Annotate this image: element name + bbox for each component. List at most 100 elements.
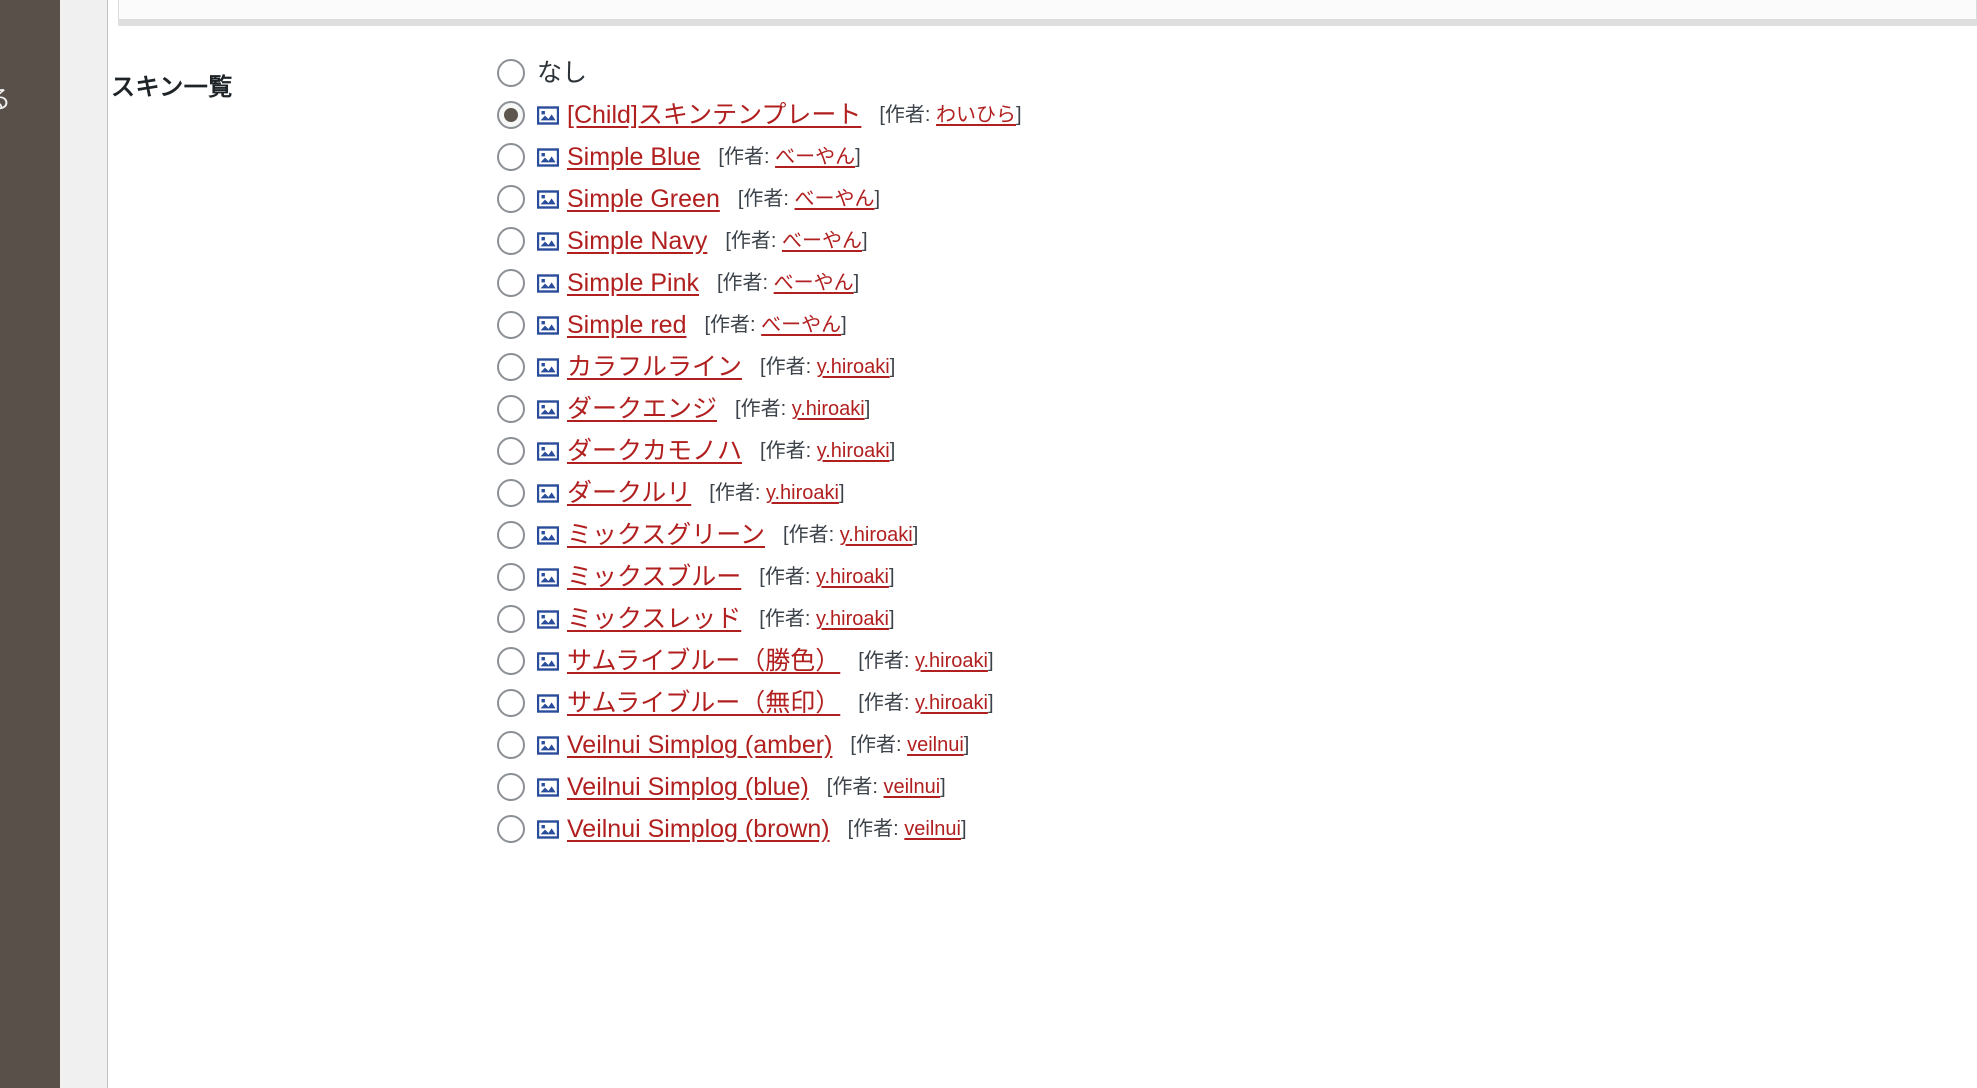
skin-author: [作者: べーやん] (718, 145, 860, 169)
skin-radio-14[interactable] (497, 647, 525, 675)
skin-radio-1[interactable] (497, 101, 525, 129)
author-link[interactable]: わいひら (936, 104, 1016, 126)
skin-list-item[interactable]: Simple red [作者: べーやん] (497, 304, 1977, 346)
skin-radio-7[interactable] (497, 353, 525, 381)
skin-radio-11[interactable] (497, 521, 525, 549)
author-suffix: ] (987, 650, 994, 672)
skin-list-item[interactable]: ミックスグリーン [作者: y.hiroaki] (497, 514, 1977, 556)
skin-radio-5[interactable] (497, 269, 525, 297)
skin-radio-18[interactable] (497, 815, 525, 843)
skin-list-item[interactable]: Simple Pink [作者: べーやん] (497, 262, 1977, 304)
skin-list-item[interactable]: カラフルライン [作者: y.hiroaki] (497, 346, 1977, 388)
author-prefix: [作者: (858, 692, 915, 714)
skin-name-link[interactable]: サムライブルー（勝色） (567, 646, 840, 676)
skin-list-item[interactable]: Veilnui Simplog (blue) [作者: veilnui] (497, 766, 1977, 808)
skin-author: [作者: y.hiroaki] (858, 691, 993, 715)
skin-name-link[interactable]: ミックスグリーン (567, 520, 765, 550)
image-icon (536, 441, 560, 461)
skin-name-link[interactable]: ダークカモノハ (567, 436, 742, 466)
author-link[interactable]: べーやん (774, 272, 854, 294)
author-link[interactable]: y.hiroaki (915, 692, 988, 714)
skin-radio-0[interactable] (497, 59, 525, 87)
author-link[interactable]: y.hiroaki (840, 524, 913, 546)
author-suffix: ] (889, 440, 896, 462)
skin-radio-3[interactable] (497, 185, 525, 213)
skin-list-item[interactable]: ミックスレッド [作者: y.hiroaki] (497, 598, 1977, 640)
skin-name-link[interactable]: [Child]スキンテンプレート (567, 100, 861, 130)
skin-author: [作者: veilnui] (848, 817, 967, 841)
author-link[interactable]: veilnui (907, 734, 964, 756)
skin-name-link[interactable]: Simple Pink (567, 268, 699, 298)
skin-name-link[interactable]: Simple Navy (567, 226, 707, 256)
author-link[interactable]: y.hiroaki (766, 482, 839, 504)
panel-above-bottom-edge (118, 0, 1977, 20)
skin-radio-13[interactable] (497, 605, 525, 633)
skin-name-link[interactable]: Simple Blue (567, 142, 700, 172)
skin-author: [作者: べーやん] (717, 271, 859, 295)
screen: る スキン一覧 なし[Child]スキンテンプレート[作者: わいひら]Simp… (0, 0, 1977, 1088)
author-suffix: ] (963, 734, 970, 756)
skin-author: [作者: y.hiroaki] (759, 607, 894, 631)
author-prefix: [作者: (718, 146, 776, 168)
skin-name-link[interactable]: ミックスレッド (567, 604, 741, 634)
skin-name-link[interactable]: サムライブルー（無印） (567, 688, 840, 718)
skin-radio-17[interactable] (497, 773, 525, 801)
skin-name-link[interactable]: カラフルライン (567, 352, 742, 382)
author-link[interactable]: veilnui (904, 818, 961, 840)
admin-sidebar: る (0, 0, 60, 1088)
author-link[interactable]: べーやん (782, 230, 862, 252)
skin-list-item[interactable]: Simple Blue [作者: べーやん] (497, 136, 1977, 178)
author-suffix: ] (855, 146, 861, 168)
author-link[interactable]: y.hiroaki (816, 608, 889, 630)
author-prefix: [作者: (850, 734, 908, 756)
skin-author: [作者: y.hiroaki] (760, 439, 895, 463)
skin-radio-4[interactable] (497, 227, 525, 255)
author-link[interactable]: y.hiroaki (915, 650, 988, 672)
skin-name-link[interactable]: ダークエンジ (567, 394, 717, 424)
skin-radio-6[interactable] (497, 311, 525, 339)
author-link[interactable]: y.hiroaki (817, 440, 890, 462)
skin-name-link[interactable]: Simple red (567, 310, 687, 340)
author-link[interactable]: べーやん (795, 188, 875, 210)
author-link[interactable]: y.hiroaki (792, 398, 865, 420)
image-icon (536, 693, 560, 713)
skin-list-item[interactable]: ダークエンジ [作者: y.hiroaki] (497, 388, 1977, 430)
skin-list-item[interactable]: なし (497, 52, 1977, 94)
skin-radio-12[interactable] (497, 563, 525, 591)
skin-list-item[interactable]: ミックスブルー [作者: y.hiroaki] (497, 556, 1977, 598)
skin-list-item[interactable]: ダークルリ [作者: y.hiroaki] (497, 472, 1977, 514)
author-link[interactable]: veilnui (883, 776, 940, 798)
image-icon (536, 777, 560, 797)
skin-name-label: なし (537, 59, 588, 87)
skin-list-item[interactable]: [Child]スキンテンプレート [作者: わいひら] (497, 94, 1977, 136)
skin-name-link[interactable]: ミックスブルー (567, 562, 741, 592)
skin-list-item[interactable]: Veilnui Simplog (brown) [作者: veilnui] (497, 808, 1977, 850)
skin-radio-16[interactable] (497, 731, 525, 759)
author-suffix: ] (853, 272, 860, 294)
author-prefix: [作者: (725, 230, 782, 252)
skin-radio-10[interactable] (497, 479, 525, 507)
skin-author: [作者: y.hiroaki] (783, 523, 918, 547)
skin-name-link[interactable]: Simple Green (567, 184, 720, 214)
author-prefix: [作者: (760, 440, 817, 462)
skin-list-item[interactable]: ダークカモノハ [作者: y.hiroaki] (497, 430, 1977, 472)
image-icon (536, 315, 560, 335)
skin-radio-8[interactable] (497, 395, 525, 423)
skin-name-link[interactable]: Veilnui Simplog (amber) (567, 730, 832, 760)
skin-radio-9[interactable] (497, 437, 525, 465)
skin-list-item[interactable]: サムライブルー（無印） [作者: y.hiroaki] (497, 682, 1977, 724)
skin-list-item[interactable]: Veilnui Simplog (amber) [作者: veilnui] (497, 724, 1977, 766)
skin-name-link[interactable]: Veilnui Simplog (brown) (567, 814, 830, 844)
skin-name-link[interactable]: Veilnui Simplog (blue) (567, 772, 809, 802)
author-link[interactable]: べーやん (761, 314, 841, 336)
author-link[interactable]: べーやん (775, 146, 855, 168)
image-icon (536, 483, 560, 503)
author-link[interactable]: y.hiroaki (817, 356, 890, 378)
skin-radio-2[interactable] (497, 143, 525, 171)
skin-radio-15[interactable] (497, 689, 525, 717)
skin-list-item[interactable]: サムライブルー（勝色） [作者: y.hiroaki] (497, 640, 1977, 682)
skin-name-link[interactable]: ダークルリ (567, 478, 691, 508)
author-link[interactable]: y.hiroaki (816, 566, 889, 588)
skin-list-item[interactable]: Simple Green [作者: べーやん] (497, 178, 1977, 220)
skin-list-item[interactable]: Simple Navy [作者: べーやん] (497, 220, 1977, 262)
